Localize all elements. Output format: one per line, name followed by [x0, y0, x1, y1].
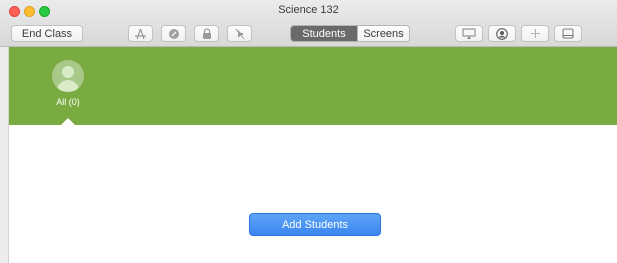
students-content-area	[9, 125, 617, 263]
groups-bar: All (0)	[9, 47, 617, 125]
sidebar-button[interactable]	[554, 25, 582, 42]
title-bar: Science 132 End Class Students Screens	[0, 0, 617, 47]
window-title: Science 132	[278, 4, 339, 16]
sidebar-edge	[0, 47, 9, 263]
end-class-button[interactable]: End Class	[11, 25, 83, 42]
add-button[interactable]	[521, 25, 549, 42]
profile-button[interactable]	[488, 25, 516, 42]
mute-button[interactable]	[227, 25, 252, 42]
mute-icon	[235, 28, 244, 39]
tab-students[interactable]: Students	[291, 26, 357, 41]
selected-group-pointer	[61, 118, 75, 125]
tab-screens[interactable]: Screens	[357, 26, 409, 41]
group-avatar-icon	[52, 60, 84, 92]
airplay-button[interactable]	[455, 25, 483, 42]
apps-button[interactable]	[128, 25, 153, 42]
group-all[interactable]: All (0)	[38, 60, 98, 120]
profile-icon	[496, 27, 508, 40]
apps-icon	[135, 28, 146, 39]
view-segmented-control: Students Screens	[290, 25, 410, 42]
group-all-label: All (0)	[56, 97, 80, 107]
classroom-window: Science 132 End Class Students Screens A…	[0, 0, 617, 263]
add-students-button[interactable]: Add Students	[249, 213, 381, 236]
navigate-button[interactable]	[161, 25, 186, 42]
navigate-icon	[168, 28, 179, 39]
add-icon	[530, 29, 540, 38]
lock-button[interactable]	[194, 25, 219, 42]
sidebar-icon	[562, 28, 574, 39]
lock-icon	[202, 27, 211, 39]
airplay-icon	[462, 28, 476, 39]
